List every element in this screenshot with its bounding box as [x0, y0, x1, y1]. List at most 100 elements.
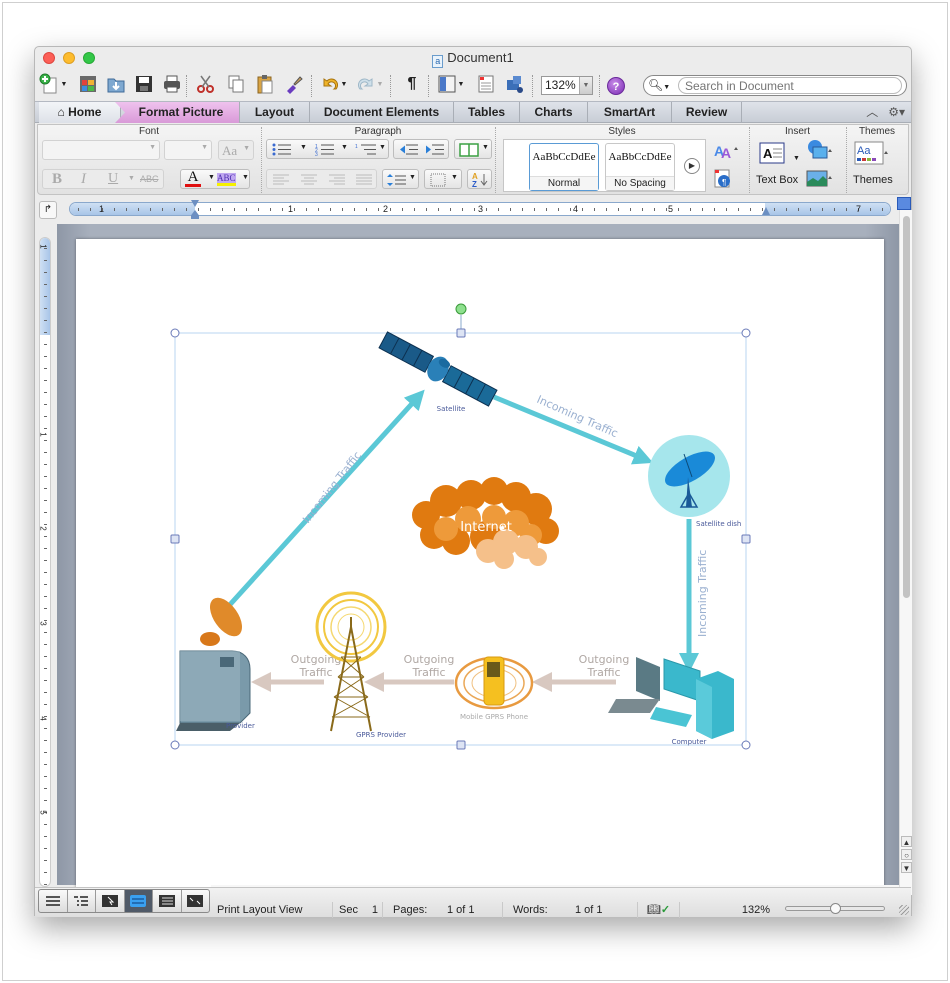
document-page[interactable]: Incoming Traffic Incoming Traffic Incomi… — [76, 239, 884, 899]
bullets-dropdown[interactable]: ▼ — [300, 144, 307, 151]
zoom-slider[interactable] — [785, 903, 885, 914]
tab-tables[interactable]: Tables — [454, 102, 520, 123]
network-diagram[interactable]: Incoming Traffic Incoming Traffic Incomi… — [76, 239, 884, 899]
tab-home[interactable]: ⌂ Home — [39, 102, 121, 123]
toolbox-button[interactable] — [475, 73, 497, 95]
print-button[interactable] — [161, 73, 183, 95]
media-browser-button[interactable] — [504, 73, 526, 95]
bold-button[interactable]: B — [52, 171, 62, 188]
tab-document-elements[interactable]: Document Elements — [310, 102, 454, 123]
zoom-window-button[interactable] — [83, 52, 95, 64]
shapes-button[interactable] — [804, 139, 834, 161]
borders-button[interactable]: ▼ — [424, 169, 462, 189]
computer-icon[interactable]: Computer — [608, 657, 734, 746]
provider-server-icon[interactable]: Provider — [176, 592, 255, 731]
resize-grip[interactable] — [899, 905, 909, 915]
sort-button[interactable]: AZ — [467, 169, 492, 189]
resize-handle-bottom-left[interactable] — [170, 740, 180, 750]
change-case-button[interactable]: Aa ▼ — [218, 140, 254, 160]
vertical-ruler[interactable]: 1 1 2 3 4 5 — [39, 237, 51, 887]
next-page-button[interactable]: ▼ — [901, 862, 912, 873]
new-document-dropdown[interactable]: ▼ — [60, 73, 68, 95]
proofing-status[interactable]: 📖︎✓ — [638, 902, 680, 918]
resize-handle-top[interactable] — [456, 328, 466, 338]
show-formatting-button[interactable]: ¶ — [401, 73, 423, 95]
tab-review[interactable]: Review — [672, 102, 742, 123]
sidebar-dropdown[interactable]: ▼ — [457, 73, 465, 95]
italic-button[interactable]: I — [81, 171, 86, 188]
open-button[interactable] — [105, 73, 127, 95]
undo-dropdown[interactable]: ▼ — [340, 73, 348, 95]
save-button[interactable] — [133, 73, 155, 95]
resize-handle-left[interactable] — [170, 534, 180, 544]
gear-icon[interactable]: ⚙▾ — [888, 105, 905, 119]
themes-button[interactable]: Aa — [852, 139, 892, 167]
bullets-icon[interactable] — [272, 143, 292, 156]
gallery-next-button[interactable]: ▶ — [684, 158, 700, 174]
templates-button[interactable] — [77, 73, 99, 95]
paste-button[interactable] — [254, 73, 276, 95]
tab-layout[interactable]: Layout — [240, 102, 310, 123]
search-input[interactable] — [678, 77, 902, 94]
styles-pane-button[interactable]: ¶ — [711, 168, 735, 190]
font-color-dropdown[interactable]: ▼ — [208, 174, 215, 181]
resize-handle-right[interactable] — [741, 534, 751, 544]
vertical-scroll-thumb[interactable] — [903, 216, 910, 598]
close-button[interactable] — [43, 52, 55, 64]
outline-view-button[interactable] — [68, 890, 96, 912]
increase-indent-icon[interactable] — [425, 143, 445, 156]
decrease-indent-icon[interactable] — [399, 143, 419, 156]
format-painter-button[interactable] — [283, 73, 305, 95]
font-color-button[interactable]: A — [185, 170, 201, 187]
multilevel-list-icon[interactable]: 1 — [355, 143, 377, 156]
resize-handle-top-right[interactable] — [741, 328, 751, 338]
help-button[interactable]: ? — [607, 77, 625, 95]
cut-button[interactable] — [195, 73, 217, 95]
tab-smartart[interactable]: SmartArt — [588, 102, 672, 123]
previous-page-button[interactable]: ▲ — [901, 836, 912, 847]
sidebar-toggle-button[interactable] — [436, 73, 458, 95]
underline-dropdown[interactable]: ▼ — [128, 175, 135, 182]
columns-button[interactable]: ▼ — [454, 139, 492, 159]
mobile-phone-icon[interactable]: Mobile GPRS Phone — [454, 656, 534, 721]
font-name-combobox[interactable]: ▼ — [42, 140, 160, 160]
text-effects-button[interactable]: AA — [711, 139, 741, 161]
focus-view-button[interactable] — [182, 890, 210, 912]
font-size-combobox[interactable]: ▼ — [164, 140, 212, 160]
highlight-button[interactable]: ABC — [217, 173, 236, 186]
tab-charts[interactable]: Charts — [520, 102, 588, 123]
draft-view-button[interactable] — [39, 890, 68, 912]
align-left-icon[interactable] — [273, 174, 289, 186]
rotation-handle[interactable] — [455, 303, 467, 315]
style-no-spacing[interactable]: AaBbCcDdEe No Spacing — [605, 143, 675, 191]
zoom-dropdown-arrow[interactable]: ▼ — [579, 77, 592, 94]
strikethrough-button[interactable]: ABC — [140, 174, 159, 184]
underline-button[interactable]: U — [108, 171, 118, 187]
align-right-icon[interactable] — [329, 174, 345, 186]
minimize-button[interactable] — [63, 52, 75, 64]
justify-icon[interactable] — [356, 174, 372, 186]
publishing-layout-button[interactable] — [96, 890, 125, 912]
style-normal[interactable]: AaBbCcDdEe Normal — [529, 143, 599, 191]
numbering-icon[interactable]: 123 — [315, 143, 335, 156]
word-count[interactable]: Words: 1 of 1 — [503, 902, 638, 918]
resize-handle-bottom-right[interactable] — [741, 740, 751, 750]
resize-handle-top-left[interactable] — [170, 328, 180, 338]
redo-button[interactable] — [355, 73, 377, 95]
tab-selector-button[interactable]: ↱ — [39, 201, 57, 219]
browse-object-button[interactable]: ○ — [901, 849, 912, 860]
zoom-slider-knob[interactable] — [830, 903, 841, 914]
line-spacing-button[interactable]: ▼ — [382, 169, 419, 189]
new-document-button[interactable] — [39, 73, 61, 95]
split-view-button[interactable] — [897, 197, 911, 210]
picture-button[interactable] — [804, 168, 834, 190]
tab-format-picture[interactable]: Format Picture — [115, 102, 240, 123]
highlight-dropdown[interactable]: ▼ — [242, 174, 249, 181]
align-center-icon[interactable] — [301, 174, 317, 186]
text-box-dropdown[interactable]: ▼ — [793, 155, 800, 162]
search-options-button[interactable]: 🔍︎▼ — [648, 77, 678, 94]
undo-button[interactable] — [319, 73, 341, 95]
redo-dropdown[interactable]: ▼ — [376, 73, 384, 95]
zoom-combobox[interactable]: 132% ▼ — [541, 76, 593, 95]
multilevel-dropdown[interactable]: ▼ — [379, 144, 386, 151]
